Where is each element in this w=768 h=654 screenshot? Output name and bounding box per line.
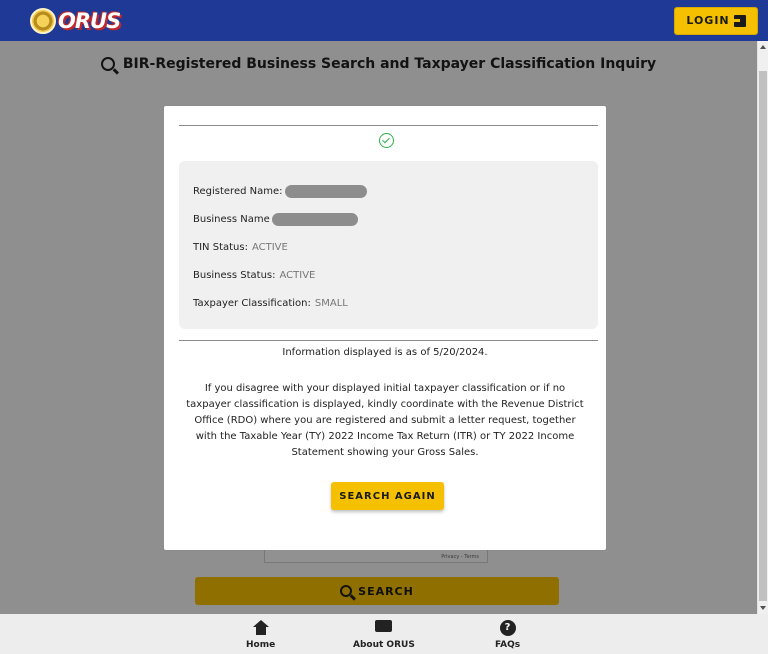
nav-home[interactable]: Home — [246, 620, 275, 650]
login-label: LOGIN — [686, 14, 730, 27]
search-again-button[interactable]: SEARCH AGAIN — [331, 482, 444, 510]
top-divider — [179, 125, 598, 126]
classification-label: Taxpayer Classification: — [193, 297, 311, 309]
login-button[interactable]: LOGIN — [674, 6, 758, 35]
page-scrollbar[interactable] — [757, 41, 768, 614]
business-name-label: Business Name — [193, 213, 270, 225]
taxpayer-info-box: Registered Name: Business Name TIN Statu… — [179, 161, 598, 329]
home-icon — [252, 620, 269, 636]
app-header: ORUS LOGIN — [0, 0, 768, 41]
middle-divider — [179, 340, 598, 341]
scroll-down-icon[interactable] — [760, 606, 766, 610]
tin-status-label: TIN Status: — [193, 241, 248, 253]
business-name-row: Business Name — [193, 205, 584, 233]
bir-seal-icon — [30, 7, 56, 34]
business-status-value: ACTIVE — [279, 269, 316, 281]
redacted-business-name — [271, 212, 358, 226]
scroll-up-icon[interactable] — [760, 45, 766, 49]
orus-logo[interactable]: ORUS — [30, 7, 121, 34]
classification-value: SMALL — [314, 297, 348, 309]
result-modal: Registered Name: Business Name TIN Statu… — [164, 106, 606, 550]
nav-faqs-label: FAQs — [495, 640, 521, 650]
check-circle-icon — [379, 133, 394, 148]
registered-name-row: Registered Name: — [193, 177, 584, 205]
question-icon: ? — [499, 620, 516, 636]
tin-status-value: ACTIVE — [251, 241, 288, 253]
tin-status-row: TIN Status: ACTIVE — [193, 233, 584, 261]
scroll-thumb[interactable] — [759, 71, 767, 601]
redacted-registered-name — [284, 184, 367, 198]
classification-row: Taxpayer Classification: SMALL — [193, 289, 584, 317]
business-status-label: Business Status: — [193, 269, 276, 281]
nav-about[interactable]: About ORUS — [353, 620, 415, 650]
business-status-row: Business Status: ACTIVE — [193, 261, 584, 289]
presentation-board-icon — [375, 620, 393, 632]
nav-faqs[interactable]: ? FAQs — [495, 620, 520, 650]
as-of-date: Information displayed is as of 5/20/2024… — [282, 347, 488, 358]
logo-text: ORUS — [58, 8, 121, 33]
nav-about-label: About ORUS — [353, 640, 415, 650]
bottom-nav: Home About ORUS ? FAQs — [0, 614, 768, 654]
disagreement-message: If you disagree with your displayed init… — [186, 383, 584, 458]
nav-home-label: Home — [246, 640, 276, 650]
registered-name-label: Registered Name: — [193, 185, 283, 197]
login-icon — [730, 14, 746, 27]
